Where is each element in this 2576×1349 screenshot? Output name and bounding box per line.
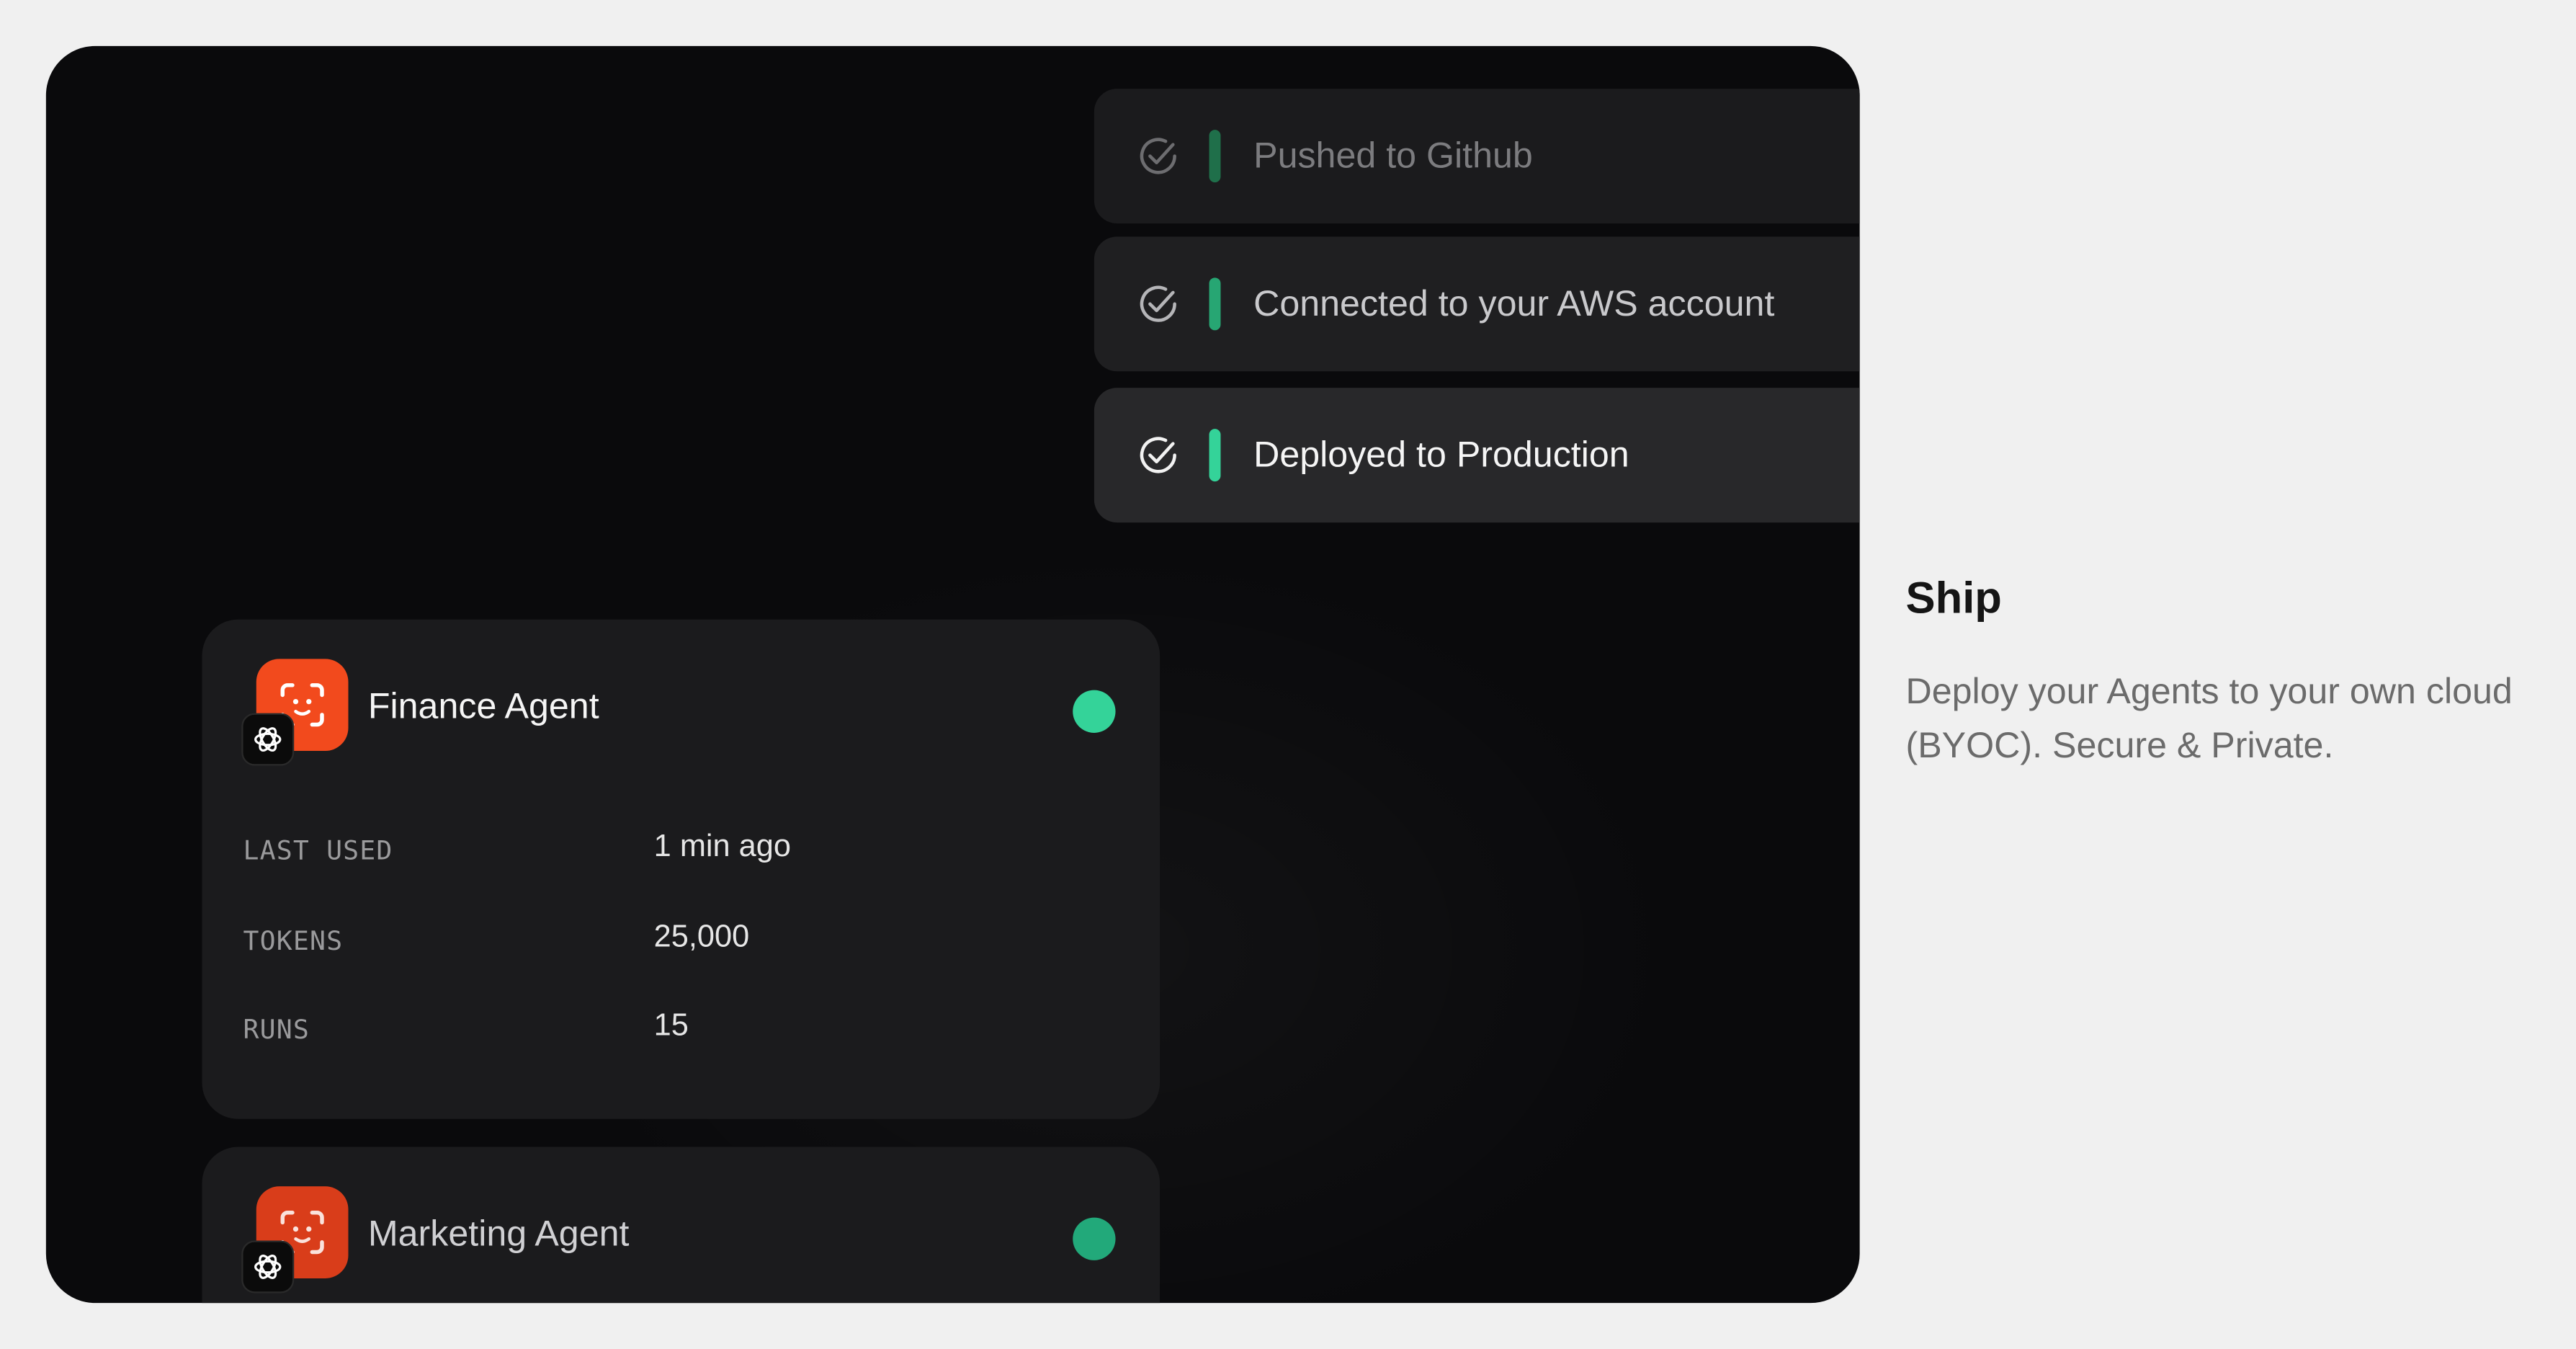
stat-value-last-used: 1 min ago xyxy=(653,829,792,865)
step-label: Pushed to Github xyxy=(1253,134,1533,176)
stat-label-last-used: LAST USED xyxy=(243,834,393,866)
step-pushed-to-github: Pushed to Github xyxy=(1094,89,1860,224)
agent-card-finance[interactable]: Finance Agent LAST USED 1 min ago TOKENS… xyxy=(202,619,1160,1119)
check-circle-icon xyxy=(1140,437,1176,473)
stat-value-runs: 15 xyxy=(653,1009,689,1043)
step-connected-aws: Connected to your AWS account xyxy=(1094,236,1860,372)
step-progress-bar xyxy=(1209,277,1221,331)
step-deployed-production: Deployed to Production xyxy=(1094,388,1860,523)
openai-logo-icon xyxy=(241,713,295,766)
stat-label-runs: RUNS xyxy=(243,1013,310,1046)
step-progress-bar xyxy=(1209,429,1221,482)
agent-card-marketing[interactable]: Marketing Agent xyxy=(202,1147,1160,1304)
status-indicator xyxy=(1073,1217,1116,1260)
stat-label-tokens: TOKENS xyxy=(243,925,344,957)
stage: Pushed to Github Connected to your AWS a… xyxy=(0,0,2576,1349)
step-label: Connected to your AWS account xyxy=(1253,282,1775,324)
step-progress-bar xyxy=(1209,130,1221,183)
deployment-panel: Pushed to Github Connected to your AWS a… xyxy=(45,45,1860,1304)
check-circle-icon xyxy=(1140,138,1176,174)
agent-name: Marketing Agent xyxy=(367,1212,630,1254)
section-title: Ship xyxy=(1905,573,2002,623)
section-description: Deploy your Agents to your own cloud (BY… xyxy=(1905,670,2513,766)
agent-name: Finance Agent xyxy=(367,685,599,726)
step-label: Deployed to Production xyxy=(1253,433,1629,475)
openai-logo-icon xyxy=(241,1240,295,1294)
status-indicator xyxy=(1073,690,1116,733)
stat-value-tokens: 25,000 xyxy=(653,920,750,955)
check-circle-icon xyxy=(1140,285,1176,322)
